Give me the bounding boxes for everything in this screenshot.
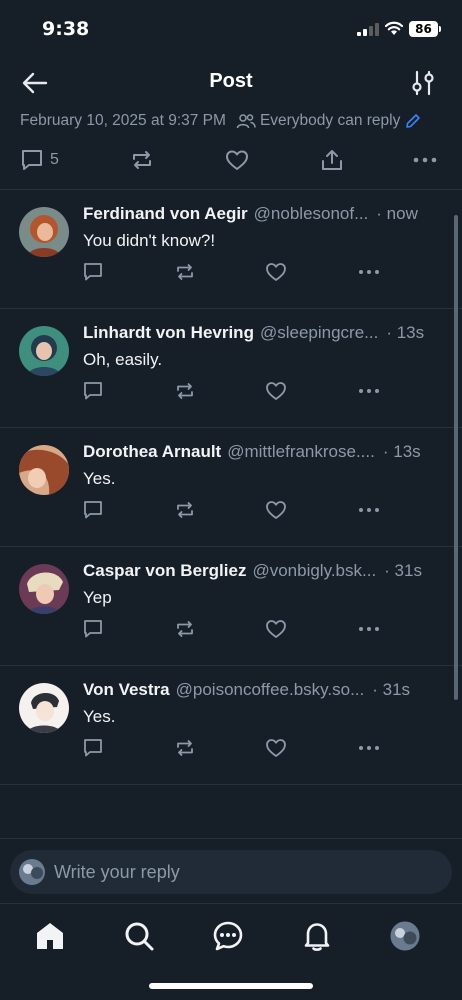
author-handle[interactable]: @poisoncoffee.bsky.so... (176, 680, 365, 700)
reply-count: 5 (50, 151, 59, 168)
status-time: 9:38 (42, 18, 90, 40)
reply-button[interactable]: 5 (20, 147, 59, 173)
more-icon[interactable] (358, 261, 380, 283)
share-button[interactable] (320, 147, 344, 173)
author-name[interactable]: Dorothea Arnault (83, 442, 221, 462)
reply-icon[interactable] (82, 499, 104, 521)
pencil-icon[interactable] (405, 113, 421, 129)
user-avatar (19, 859, 45, 885)
reply-time: · now (376, 204, 418, 223)
avatar[interactable] (19, 564, 69, 614)
reply-text: Yep (83, 588, 112, 607)
like-icon[interactable] (265, 737, 287, 759)
more-icon[interactable] (358, 737, 380, 759)
filter-icon[interactable] (410, 69, 436, 97)
reply-item[interactable]: Ferdinand von Aegir @noblesonof... · now… (0, 190, 462, 309)
page-title: Post (209, 70, 253, 92)
reply-input[interactable]: Write your reply (10, 850, 452, 894)
header: Post (0, 60, 462, 108)
author-handle[interactable]: @sleepingcre... (260, 323, 378, 343)
reply-icon[interactable] (82, 380, 104, 402)
reply-icon[interactable] (82, 737, 104, 759)
reply-header: Caspar von Bergliez @vonbigly.bsk... · 3… (83, 561, 443, 585)
author-handle[interactable]: @mittlefrankrose.... (227, 442, 375, 462)
reply-header: Linhardt von Hevring @sleepingcre... · 1… (83, 323, 443, 347)
reply-setting[interactable]: Everybody can reply (260, 112, 400, 130)
like-icon[interactable] (265, 499, 287, 521)
avatar[interactable] (19, 445, 69, 495)
reply-time: · 31s (372, 680, 411, 699)
reply-placeholder: Write your reply (54, 862, 180, 882)
status-bar: 9:38 86 (0, 0, 462, 60)
more-icon[interactable] (358, 499, 380, 521)
profile-avatar[interactable] (389, 920, 421, 952)
reply-time: · 13s (382, 442, 421, 461)
like-icon[interactable] (265, 618, 287, 640)
wifi-icon (385, 21, 403, 35)
reply-composer: Write your reply (0, 838, 462, 904)
post-actions: 5 (0, 143, 462, 177)
reply-icon[interactable] (82, 261, 104, 283)
author-name[interactable]: Ferdinand von Aegir (83, 204, 248, 224)
author-handle[interactable]: @noblesonof... (254, 204, 369, 224)
chat-icon[interactable] (212, 920, 244, 952)
reply-header: Ferdinand von Aegir @noblesonof... · now (83, 204, 443, 228)
more-icon (413, 157, 437, 163)
scrollbar-thumb[interactable] (454, 215, 458, 700)
reply-item[interactable]: Dorothea Arnault @mittlefrankrose.... · … (0, 428, 462, 547)
reply-item[interactable]: Caspar von Bergliez @vonbigly.bsk... · 3… (0, 547, 462, 666)
like-button[interactable] (225, 147, 249, 173)
reply-header: Dorothea Arnault @mittlefrankrose.... · … (83, 442, 443, 466)
repost-icon[interactable] (174, 499, 196, 521)
repost-button[interactable] (130, 147, 154, 173)
author-name[interactable]: Von Vestra (83, 680, 170, 700)
repost-icon[interactable] (174, 737, 196, 759)
reply-text: You didn't know?! (83, 231, 216, 250)
battery-nub (439, 26, 441, 32)
share-icon (322, 150, 342, 170)
repost-icon (133, 151, 151, 169)
reply-time: · 31s (384, 561, 422, 580)
reply-text: Oh, easily. (83, 350, 163, 369)
people-icon (236, 114, 256, 129)
home-icon[interactable] (34, 920, 66, 952)
repost-icon[interactable] (174, 261, 196, 283)
post-date: February 10, 2025 at 9:37 PM (20, 112, 226, 129)
bell-icon[interactable] (301, 920, 333, 952)
reply-icon (22, 150, 42, 170)
like-icon[interactable] (265, 261, 287, 283)
signal-icon (357, 23, 379, 36)
author-name[interactable]: Linhardt von Hevring (83, 323, 254, 343)
more-icon[interactable] (358, 380, 380, 402)
reply-text: Yes. (83, 707, 116, 726)
reply-header: Von Vestra @poisoncoffee.bsky.so... · 31… (83, 680, 443, 704)
avatar[interactable] (19, 326, 69, 376)
reply-time: · 13s (386, 323, 425, 342)
avatar[interactable] (19, 207, 69, 257)
search-icon[interactable] (123, 920, 155, 952)
post-meta: February 10, 2025 at 9:37 PM Everybody c… (20, 110, 442, 132)
like-icon (226, 150, 248, 170)
like-icon[interactable] (265, 380, 287, 402)
repost-icon[interactable] (174, 618, 196, 640)
tab-bar (0, 905, 462, 1000)
battery-indicator: 86 (409, 21, 438, 37)
reply-item[interactable]: Linhardt von Hevring @sleepingcre... · 1… (0, 309, 462, 428)
reply-item[interactable]: Von Vestra @poisoncoffee.bsky.so... · 31… (0, 666, 462, 785)
reply-icon[interactable] (82, 618, 104, 640)
avatar[interactable] (19, 683, 69, 733)
more-button[interactable] (413, 147, 437, 173)
more-icon[interactable] (358, 618, 380, 640)
repost-icon[interactable] (174, 380, 196, 402)
reply-text: Yes. (83, 469, 116, 488)
home-indicator (149, 983, 313, 989)
author-name[interactable]: Caspar von Bergliez (83, 561, 246, 581)
author-handle[interactable]: @vonbigly.bsk... (252, 561, 376, 581)
